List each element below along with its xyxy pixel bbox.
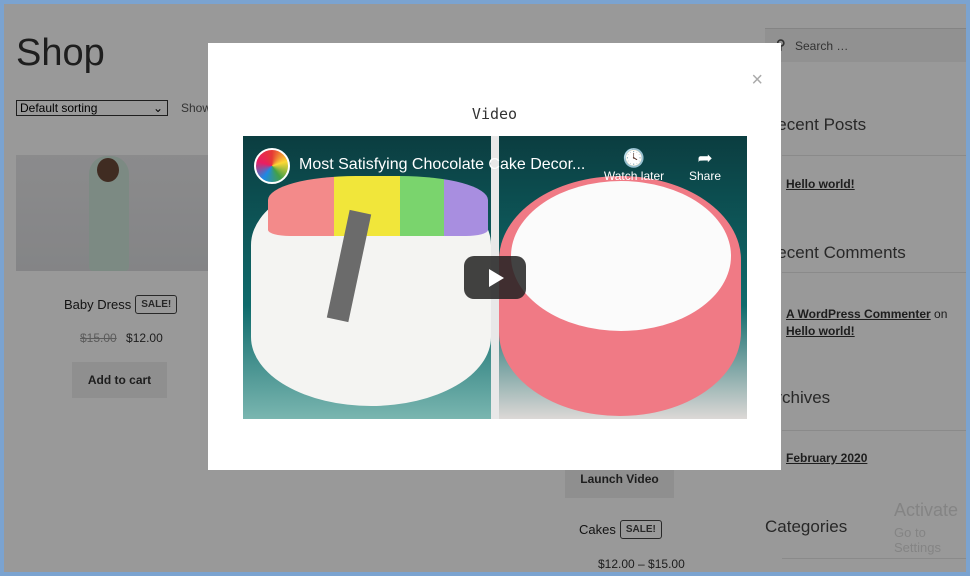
cake-top <box>511 181 731 331</box>
close-icon[interactable]: × <box>751 69 763 92</box>
share-icon: ➦ <box>697 148 713 168</box>
play-button[interactable] <box>464 256 526 299</box>
share-button[interactable]: ➦ Share <box>683 148 727 183</box>
shop-page: Shop Default sorting ⌄ Showing Baby Dress… <box>4 4 966 572</box>
channel-avatar[interactable] <box>254 148 290 184</box>
watch-later-label: Watch later <box>603 169 665 183</box>
frosting <box>268 176 488 236</box>
share-label: Share <box>688 169 722 183</box>
video-player[interactable]: Most Satisfying Chocolate Cake Decor... … <box>243 136 747 419</box>
modal-title: Video <box>471 105 518 123</box>
clock-icon: 🕓 <box>622 148 646 168</box>
video-modal: × Video Most Satisfying Chocolate Cake D… <box>208 43 781 470</box>
video-title[interactable]: Most Satisfying Chocolate Cake Decor... <box>299 156 585 174</box>
watch-later-button[interactable]: 🕓 Watch later <box>599 148 669 183</box>
